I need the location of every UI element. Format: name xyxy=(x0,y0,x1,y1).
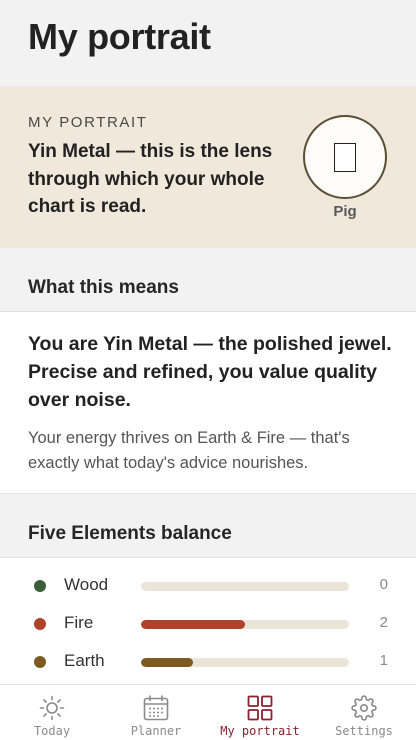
element-dot xyxy=(34,656,46,668)
calendar-icon xyxy=(143,695,169,721)
element-name: Earth xyxy=(64,651,105,670)
what-this-means-header: What this means xyxy=(0,250,416,312)
portrait-card: MY PORTRAIT Yin Metal — this is the lens… xyxy=(0,86,416,248)
sun-icon xyxy=(39,695,65,721)
element-bar-track xyxy=(141,582,349,591)
element-dot xyxy=(34,580,46,592)
five-elements-header: Five Elements balance xyxy=(0,496,416,558)
five-elements-card: Wood 0 Fire 2 Earth 1 xyxy=(0,558,416,684)
tab-today[interactable]: Today xyxy=(0,685,104,740)
element-count: 1 xyxy=(379,652,388,669)
tab-label: Today xyxy=(33,724,71,738)
element-dot xyxy=(34,618,46,630)
element-row-earth: Earth 1 xyxy=(0,650,416,674)
element-name: Fire xyxy=(64,613,94,632)
meaning-body: Your energy thrives on Earth & Fire — th… xyxy=(28,429,350,472)
element-count: 0 xyxy=(379,576,388,593)
portrait-headline: Yin Metal — this is the lens through whi… xyxy=(28,141,273,217)
element-row-wood: Wood 0 xyxy=(0,574,416,598)
gear-icon xyxy=(351,695,377,721)
meaning-headline: You are Yin Metal — the polished jewel. … xyxy=(28,333,392,411)
tab-planner[interactable]: Planner xyxy=(104,685,208,740)
bottom-tab-bar: Today Planner My portrait Settings xyxy=(0,684,416,740)
tab-label: My portrait xyxy=(220,724,300,738)
element-count: 2 xyxy=(379,614,388,631)
section-title: What this means xyxy=(28,277,179,298)
tab-my-portrait[interactable]: My portrait xyxy=(208,685,312,740)
meaning-card: You are Yin Metal — the polished jewel. … xyxy=(0,312,416,494)
element-row-fire: Fire 2 xyxy=(0,612,416,636)
tab-label: Settings xyxy=(335,724,393,738)
element-bar-fill xyxy=(141,658,193,667)
element-bar-fill xyxy=(141,620,245,629)
zodiac-sign-label: Pig xyxy=(333,203,357,220)
element-name: Wood xyxy=(64,575,109,594)
zodiac-sign-badge[interactable] xyxy=(303,115,387,199)
tab-settings[interactable]: Settings xyxy=(312,685,416,740)
section-title: Five Elements balance xyxy=(28,523,232,544)
element-bar-track xyxy=(141,620,349,629)
zodiac-glyph-icon xyxy=(334,142,356,172)
element-bar-track xyxy=(141,658,349,667)
portrait-eyebrow: MY PORTRAIT xyxy=(28,114,148,131)
tab-label: Planner xyxy=(130,724,182,738)
page-title: My portrait xyxy=(28,16,211,57)
grid-icon xyxy=(247,695,273,721)
